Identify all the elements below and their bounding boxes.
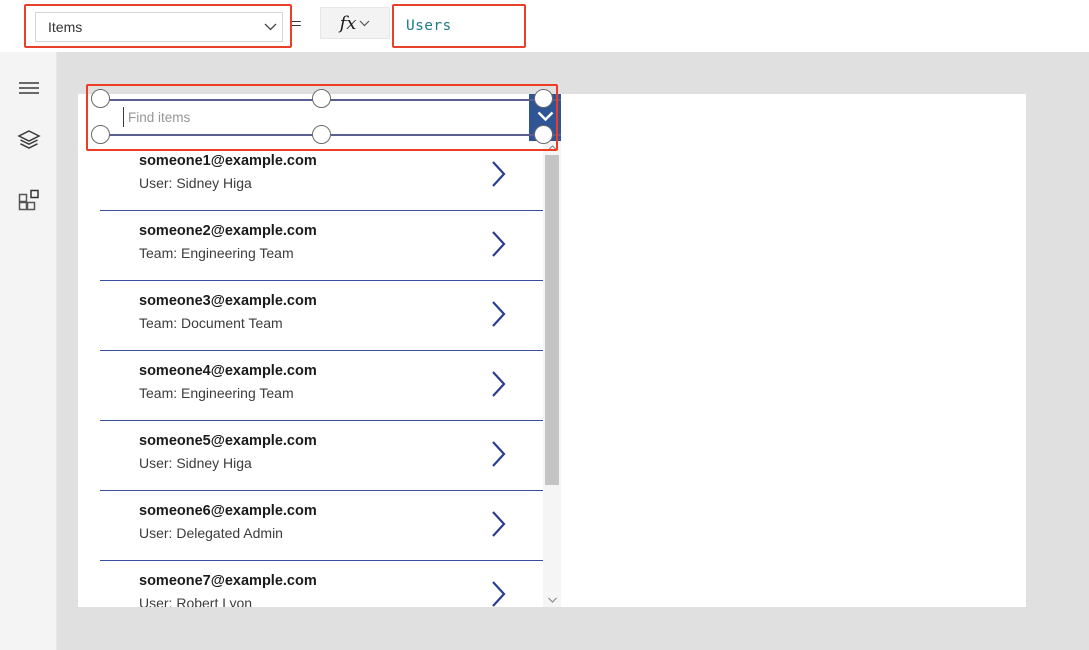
gallery-item[interactable]: someone6@example.com User: Delegated Admi… xyxy=(100,491,543,561)
scroll-up-arrow-icon[interactable] xyxy=(543,141,561,155)
text-caret xyxy=(123,107,124,127)
chevron-right-icon[interactable] xyxy=(490,229,507,264)
formula-input-annotation: Users xyxy=(392,4,526,48)
layers-icon xyxy=(16,129,41,156)
gallery-item-subtitle: Team: Engineering Team xyxy=(139,385,294,401)
gallery-item-subtitle: Team: Document Team xyxy=(139,315,283,331)
formula-input-value: Users xyxy=(406,18,452,34)
search-input[interactable]: Find items xyxy=(100,94,529,141)
gallery-item[interactable]: someone3@example.com Team: Document Team xyxy=(100,281,543,351)
gallery-item-subtitle: User: Robert Lyon xyxy=(139,595,253,607)
gallery-item-title: someone6@example.com xyxy=(139,503,317,519)
scroll-down-arrow-icon[interactable] xyxy=(543,593,561,607)
property-selector-value: Items xyxy=(48,19,83,35)
fx-button[interactable]: fx xyxy=(320,7,390,39)
left-rail xyxy=(0,52,57,650)
property-selector-annotation: Items xyxy=(24,4,292,48)
gallery-item[interactable]: someone2@example.com Team: Engineering Te… xyxy=(100,211,543,281)
gallery-item[interactable]: someone1@example.com User: Sidney Higa xyxy=(100,141,543,211)
gallery-item-subtitle: User: Delegated Admin xyxy=(139,525,283,541)
equals-sign: = xyxy=(291,14,302,35)
property-selector[interactable]: Items xyxy=(35,12,283,42)
app-canvas[interactable]: Find items someone1@example.com User: Sid… xyxy=(78,89,1026,607)
hamburger-icon xyxy=(17,80,41,101)
sidebar-item-insert[interactable] xyxy=(0,178,57,226)
gallery-item-title: someone1@example.com xyxy=(139,153,317,169)
gallery-item-subtitle: User: Sidney Higa xyxy=(139,455,252,471)
components-grid-icon xyxy=(18,189,40,216)
chevron-down-icon xyxy=(359,20,370,27)
gallery-scrollbar[interactable] xyxy=(543,141,561,607)
fx-label: fx xyxy=(339,12,357,34)
search-sort-dropdown-button[interactable] xyxy=(529,94,561,141)
chevron-down-icon xyxy=(537,109,554,127)
scrollbar-thumb[interactable] xyxy=(545,155,559,485)
gallery-item[interactable]: someone4@example.com Team: Engineering Te… xyxy=(100,351,543,421)
gallery-item-subtitle: User: Sidney Higa xyxy=(139,175,252,191)
gallery-items-list[interactable]: someone1@example.com User: Sidney Higa som… xyxy=(100,141,543,607)
chevron-right-icon[interactable] xyxy=(490,439,507,474)
gallery-item-title: someone7@example.com xyxy=(139,573,317,589)
chevron-right-icon[interactable] xyxy=(490,299,507,334)
gallery-control[interactable]: Find items someone1@example.com User: Sid… xyxy=(100,94,561,607)
gallery-item-title: someone5@example.com xyxy=(139,433,317,449)
gallery-item[interactable]: someone5@example.com User: Sidney Higa xyxy=(100,421,543,491)
formula-bar: Items = fx Users xyxy=(0,0,1089,53)
gallery-item-subtitle: Team: Engineering Team xyxy=(139,245,294,261)
gallery-item-title: someone4@example.com xyxy=(139,363,317,379)
gallery-item-title: someone2@example.com xyxy=(139,223,317,239)
gallery-item[interactable]: someone7@example.com User: Robert Lyon xyxy=(100,561,543,607)
search-placeholder: Find items xyxy=(128,110,191,125)
formula-input[interactable]: Users xyxy=(396,8,522,44)
chevron-right-icon[interactable] xyxy=(490,579,507,607)
gallery-search-row: Find items xyxy=(100,94,561,141)
gallery-item-title: someone3@example.com xyxy=(139,293,317,309)
chevron-right-icon[interactable] xyxy=(490,159,507,194)
chevron-right-icon[interactable] xyxy=(490,369,507,404)
sidebar-item-tree-view[interactable] xyxy=(0,118,57,166)
workspace: Find items someone1@example.com User: Sid… xyxy=(57,52,1089,650)
sidebar-item-menu[interactable] xyxy=(0,66,57,114)
chevron-right-icon[interactable] xyxy=(490,509,507,544)
chevron-down-icon xyxy=(258,12,282,42)
